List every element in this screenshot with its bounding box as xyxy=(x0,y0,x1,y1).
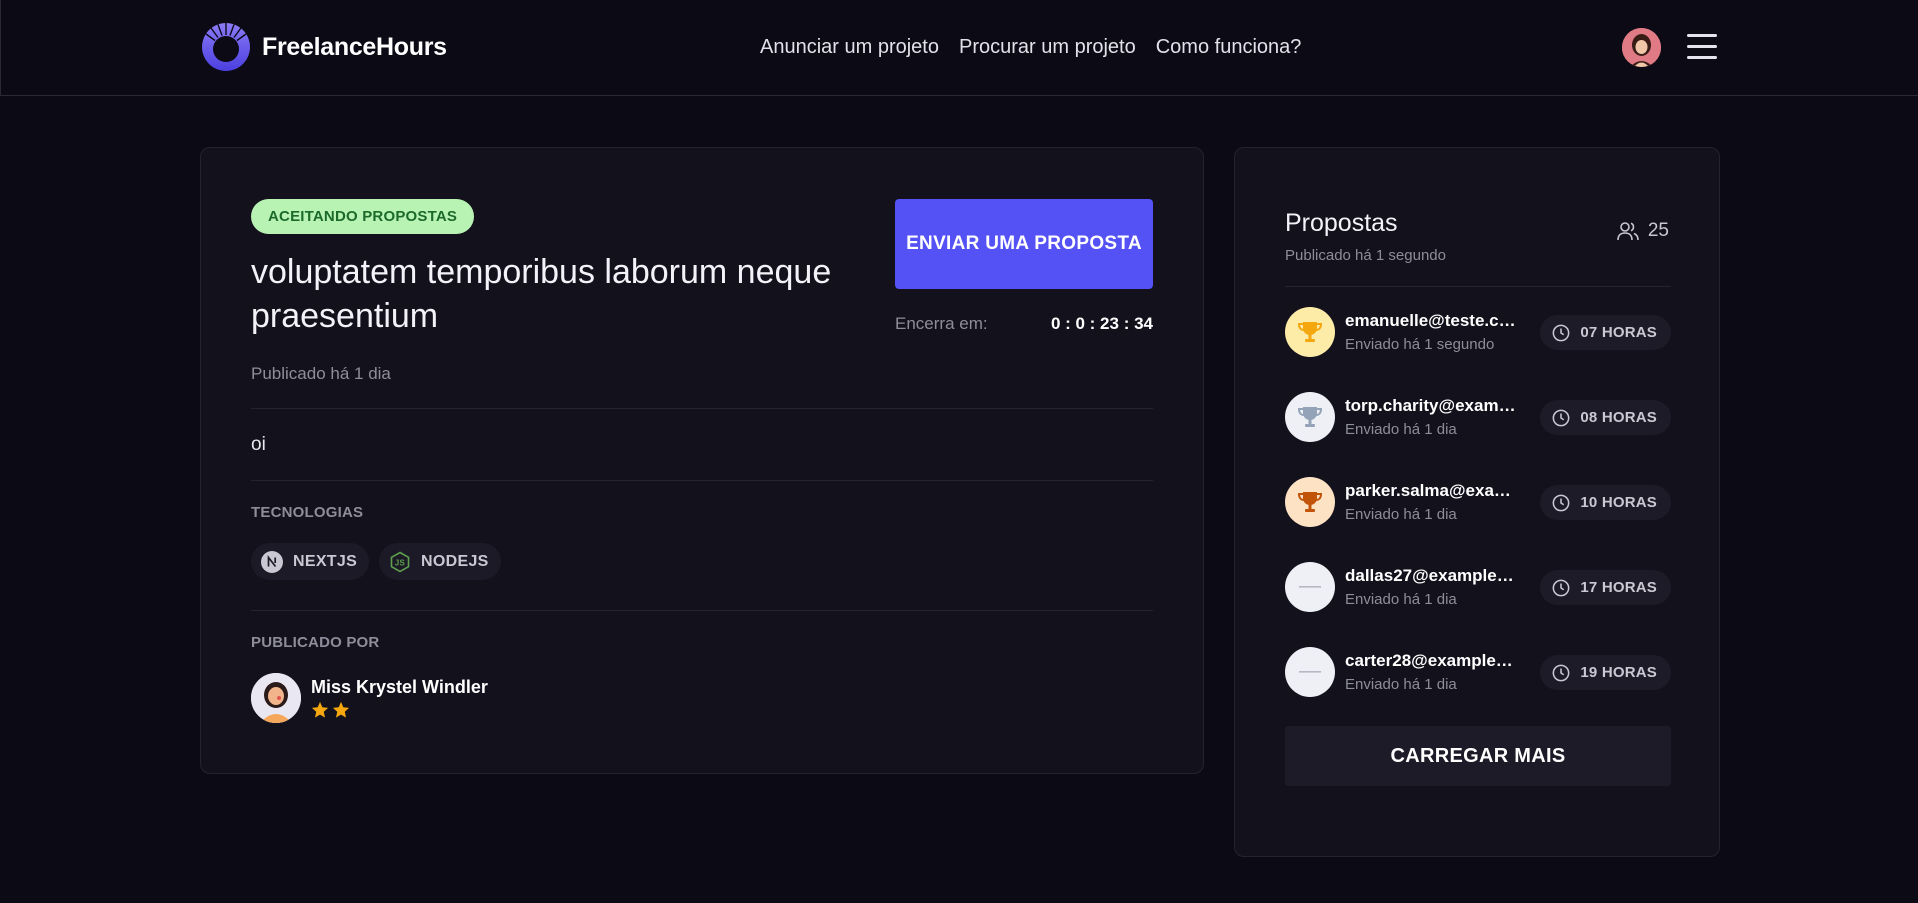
tech-chip-nextjs: NEXTJS xyxy=(251,543,370,580)
divider xyxy=(251,480,1153,481)
proposals-title: Propostas xyxy=(1285,209,1398,237)
brand-logo[interactable]: FreelanceHours xyxy=(201,22,447,72)
proposal-hours-badge: 07 HORAS xyxy=(1540,315,1671,350)
proposals-panel: Propostas Publicado há 1 segundo 25 eman… xyxy=(1234,147,1720,857)
proposal-sent-time: Enviado há 1 segundo xyxy=(1345,336,1495,353)
logo-icon xyxy=(202,23,250,71)
project-title: voluptatem temporibus laborum neque prae… xyxy=(251,253,832,335)
divider xyxy=(251,408,1153,409)
dash-icon xyxy=(1285,647,1335,697)
proposal-item[interactable]: parker.salma@example.com Enviado há 1 di… xyxy=(1285,477,1671,527)
star-icon xyxy=(332,701,350,718)
proposals-count: 25 xyxy=(1617,220,1669,242)
top-navbar: FreelanceHours Anunciar um projeto Procu… xyxy=(0,0,1918,96)
load-more-button[interactable]: CARREGAR MAIS xyxy=(1285,726,1671,786)
proposal-email: emanuelle@teste.com xyxy=(1345,311,1517,330)
clock-icon xyxy=(1552,579,1570,596)
proposals-subtitle: Publicado há 1 segundo xyxy=(1285,247,1446,264)
user-avatar[interactable] xyxy=(1622,28,1661,67)
clock-icon xyxy=(1552,324,1570,341)
author-name: Miss Krystel Windler xyxy=(311,677,488,697)
proposal-hours-badge: 17 HORAS xyxy=(1540,570,1671,605)
project-description: oi xyxy=(251,434,266,455)
proposal-sent-time: Enviado há 1 dia xyxy=(1345,421,1457,438)
proposal-sent-time: Enviado há 1 dia xyxy=(1345,676,1457,693)
proposal-hours: 08 HORAS xyxy=(1580,409,1657,426)
author-avatar-image xyxy=(251,673,301,723)
technologies-label: TECNOLOGIAS xyxy=(251,504,364,521)
star-icon xyxy=(311,701,329,718)
nav-link-how-it-works[interactable]: Como funciona? xyxy=(1156,36,1302,59)
divider xyxy=(1285,286,1671,287)
author-rating xyxy=(311,701,488,719)
status-badge: ACEITANDO PROPOSTAS xyxy=(251,199,475,234)
tech-name: NODEJS xyxy=(421,552,489,570)
technologies-list: NEXTJS JS NODEJS xyxy=(251,543,501,580)
proposal-email: torp.charity@example.com xyxy=(1345,396,1517,415)
proposal-hours-badge: 08 HORAS xyxy=(1540,400,1671,435)
users-icon xyxy=(1617,222,1639,241)
author-info: Miss Krystel Windler xyxy=(251,673,488,723)
nav-link-find-project[interactable]: Procurar um projeto xyxy=(959,36,1136,59)
project-published-time: Publicado há 1 dia xyxy=(251,364,391,383)
proposal-hours: 07 HORAS xyxy=(1580,324,1657,341)
silver-trophy-icon xyxy=(1285,392,1335,442)
bronze-trophy-icon xyxy=(1285,477,1335,527)
proposal-sent-time: Enviado há 1 dia xyxy=(1345,506,1457,523)
proposals-count-value: 25 xyxy=(1647,220,1669,241)
send-proposal-button[interactable]: ENVIAR UMA PROPOSTA xyxy=(895,199,1153,289)
gold-trophy-icon xyxy=(1285,307,1335,357)
svg-text:JS: JS xyxy=(395,558,406,567)
brand-name: FreelanceHours xyxy=(262,32,447,61)
proposal-hours-badge: 10 HORAS xyxy=(1540,485,1671,520)
tech-name: NEXTJS xyxy=(293,552,358,570)
tech-chip-nodejs: JS NODEJS xyxy=(379,543,501,580)
clock-icon xyxy=(1552,494,1570,511)
proposal-item[interactable]: dallas27@example.com Enviado há 1 dia 17… xyxy=(1285,562,1671,612)
divider xyxy=(251,610,1153,611)
author-avatar[interactable] xyxy=(251,673,301,723)
published-by-label: PUBLICADO POR xyxy=(251,634,380,651)
nextjs-icon xyxy=(261,550,283,573)
hamburger-menu-icon[interactable] xyxy=(1687,34,1717,60)
proposal-hours: 10 HORAS xyxy=(1580,494,1657,511)
proposal-email: dallas27@example.com xyxy=(1345,566,1517,585)
nav-link-announce-project[interactable]: Anunciar um projeto xyxy=(760,36,939,59)
proposal-item[interactable]: emanuelle@teste.com Enviado há 1 segundo… xyxy=(1285,307,1671,357)
clock-icon xyxy=(1552,409,1570,426)
clock-icon xyxy=(1552,664,1570,681)
proposal-email: carter28@example.com xyxy=(1345,651,1517,670)
closes-label: Encerra em: xyxy=(895,314,988,333)
proposal-item[interactable]: carter28@example.com Enviado há 1 dia 19… xyxy=(1285,647,1671,697)
proposal-sent-time: Enviado há 1 dia xyxy=(1345,591,1457,608)
proposal-hours-badge: 19 HORAS xyxy=(1540,655,1671,690)
proposal-email: parker.salma@example.com xyxy=(1345,481,1517,500)
countdown-timer: 0 : 0 : 23 : 34 xyxy=(1050,314,1153,333)
proposal-item[interactable]: torp.charity@example.com Enviado há 1 di… xyxy=(1285,392,1671,442)
nodejs-icon: JS xyxy=(389,551,411,573)
dash-icon xyxy=(1285,562,1335,612)
proposal-hours: 17 HORAS xyxy=(1580,579,1657,596)
project-card: ACEITANDO PROPOSTAS voluptatem temporibu… xyxy=(200,147,1204,774)
proposal-hours: 19 HORAS xyxy=(1580,664,1657,681)
user-avatar-image xyxy=(1622,28,1661,67)
author-details: Miss Krystel Windler xyxy=(311,677,488,719)
main-nav: Anunciar um projeto Procurar um projeto … xyxy=(760,36,1301,59)
